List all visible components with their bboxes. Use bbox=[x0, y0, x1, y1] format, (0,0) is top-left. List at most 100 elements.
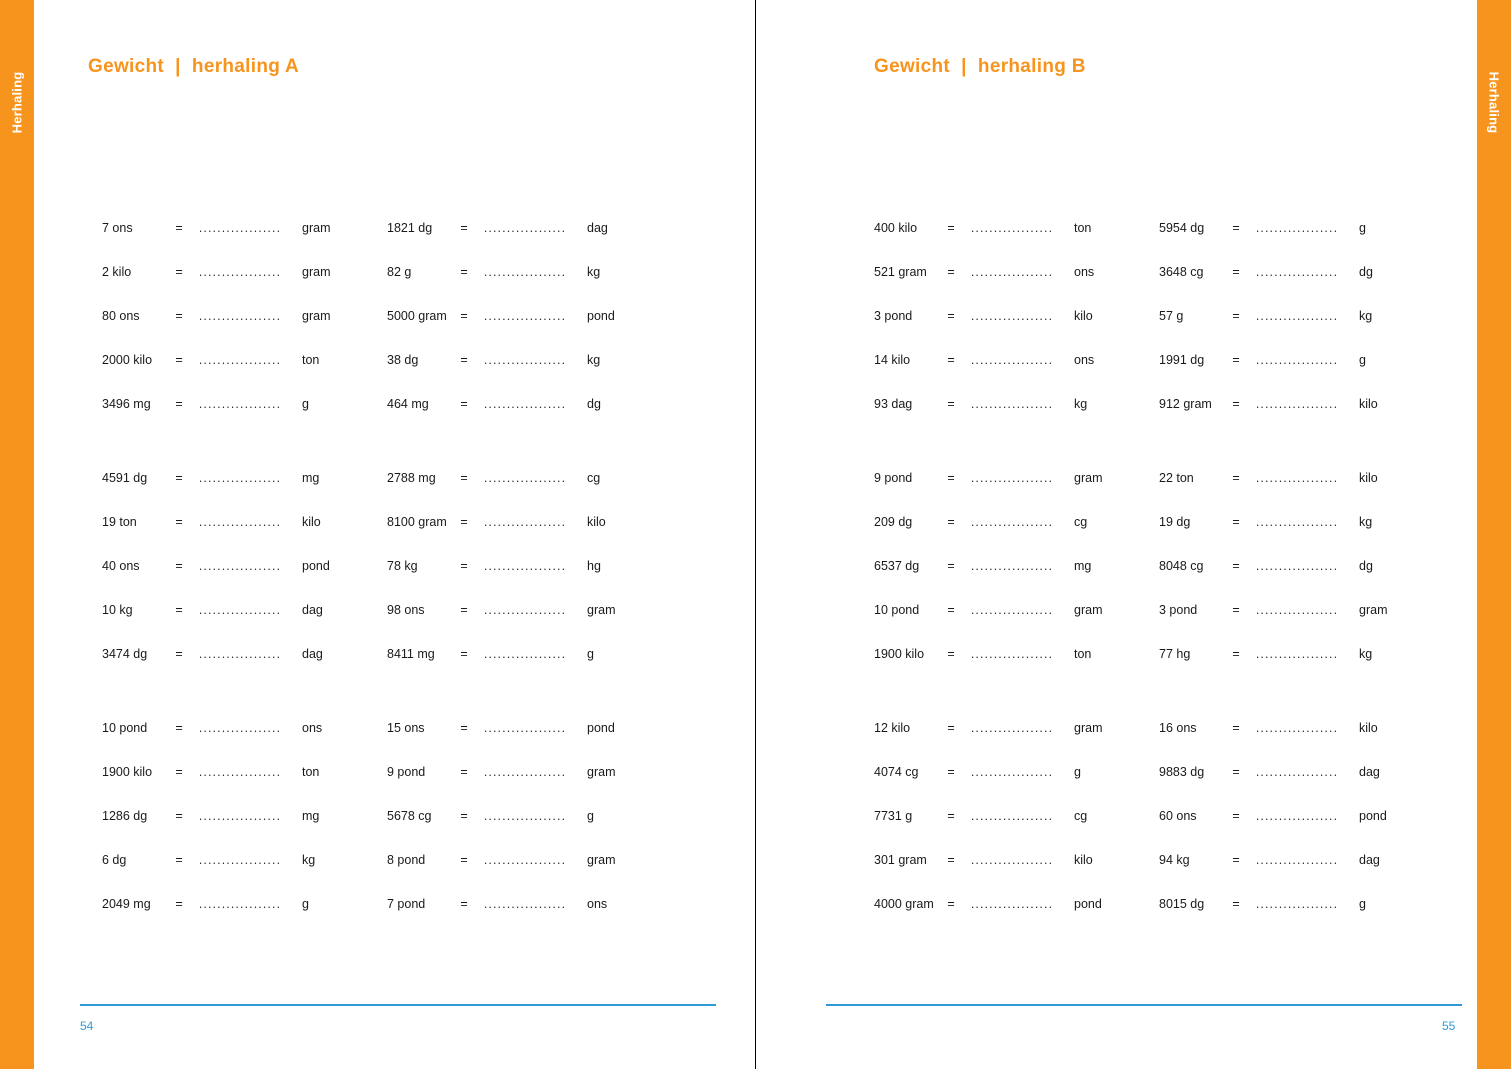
answer-blank[interactable]: .................. bbox=[1249, 809, 1345, 823]
answer-blank[interactable]: .................. bbox=[477, 721, 573, 735]
answer-blank[interactable]: .................. bbox=[964, 559, 1060, 573]
answer-blank[interactable]: .................. bbox=[477, 559, 573, 573]
exercise-target-unit: g bbox=[1074, 765, 1081, 779]
equals-sign: = bbox=[175, 309, 183, 323]
exercise-row: 5000 gram =.................. pond bbox=[387, 294, 672, 338]
answer-blank[interactable]: .................. bbox=[964, 853, 1060, 867]
answer-blank[interactable]: .................. bbox=[964, 221, 1060, 235]
answer-blank[interactable]: .................. bbox=[192, 221, 288, 235]
answer-blank[interactable]: .................. bbox=[1249, 765, 1345, 779]
equals-sign: = bbox=[1232, 221, 1240, 235]
answer-blank[interactable]: .................. bbox=[477, 897, 573, 911]
exercise-target-unit: ton bbox=[1074, 647, 1092, 661]
exercise-target-unit: gram bbox=[302, 221, 331, 235]
answer-blank[interactable]: .................. bbox=[192, 721, 288, 735]
answer-blank[interactable]: .................. bbox=[964, 897, 1060, 911]
exercise-row: 3496 mg =.................. g bbox=[102, 382, 387, 426]
exercise-source-value: 57 g bbox=[1159, 309, 1184, 323]
exercise-target-unit: ons bbox=[1074, 353, 1095, 367]
answer-blank[interactable]: .................. bbox=[192, 309, 288, 323]
answer-blank[interactable]: .................. bbox=[964, 265, 1060, 279]
answer-blank[interactable]: .................. bbox=[964, 397, 1060, 411]
exercise-row: 9 pond =.................. gram bbox=[874, 456, 1159, 500]
exercise-target-unit: g bbox=[1359, 221, 1366, 235]
exercise-column: 400 kilo =.................. ton 521 gram =.… bbox=[874, 206, 1159, 926]
answer-blank[interactable]: .................. bbox=[1249, 853, 1345, 867]
answer-blank[interactable]: .................. bbox=[1249, 309, 1345, 323]
answer-blank[interactable]: .................. bbox=[192, 809, 288, 823]
answer-blank[interactable]: .................. bbox=[477, 265, 573, 279]
exercise-row: 60 ons =.................. pond bbox=[1159, 794, 1444, 838]
answer-blank[interactable]: .................. bbox=[477, 647, 573, 661]
answer-blank[interactable]: .................. bbox=[192, 897, 288, 911]
answer-blank[interactable]: .................. bbox=[964, 353, 1060, 367]
answer-blank[interactable]: .................. bbox=[1249, 721, 1345, 735]
answer-blank[interactable]: .................. bbox=[477, 471, 573, 485]
equals-sign: = bbox=[175, 647, 183, 661]
exercise-source-value: 10 pond bbox=[102, 721, 148, 735]
answer-blank[interactable]: .................. bbox=[1249, 265, 1345, 279]
answer-blank[interactable]: .................. bbox=[477, 603, 573, 617]
answer-blank[interactable]: .................. bbox=[1249, 559, 1345, 573]
exercise-source-value: 301 gram bbox=[874, 853, 927, 867]
equals-sign: = bbox=[947, 721, 955, 735]
exercise-target-unit: dg bbox=[1359, 265, 1373, 279]
exercise-target-unit: cg bbox=[1074, 515, 1088, 529]
answer-blank[interactable]: .................. bbox=[192, 397, 288, 411]
answer-blank[interactable]: .................. bbox=[1249, 221, 1345, 235]
exercise-target-unit: gram bbox=[587, 765, 616, 779]
exercise-source-value: 16 ons bbox=[1159, 721, 1197, 735]
exercise-row: 1900 kilo =.................. ton bbox=[102, 750, 387, 794]
exercise-target-unit: g bbox=[1359, 897, 1366, 911]
answer-blank[interactable]: .................. bbox=[964, 765, 1060, 779]
answer-blank[interactable]: .................. bbox=[192, 765, 288, 779]
answer-blank[interactable]: .................. bbox=[477, 397, 573, 411]
answer-blank[interactable]: .................. bbox=[964, 471, 1060, 485]
exercise-target-unit: ons bbox=[587, 897, 608, 911]
exercise-row: 8015 dg =.................. g bbox=[1159, 882, 1444, 926]
page-b-title: Gewicht | herhaling B bbox=[874, 56, 1086, 77]
answer-blank[interactable]: .................. bbox=[964, 603, 1060, 617]
answer-blank[interactable]: .................. bbox=[964, 309, 1060, 323]
answer-blank[interactable]: .................. bbox=[477, 309, 573, 323]
answer-blank[interactable]: .................. bbox=[192, 515, 288, 529]
answer-blank[interactable]: .................. bbox=[1249, 603, 1345, 617]
answer-blank[interactable]: .................. bbox=[477, 853, 573, 867]
equals-sign: = bbox=[460, 265, 468, 279]
page-a-title: Gewicht | herhaling A bbox=[88, 56, 300, 77]
answer-blank[interactable]: .................. bbox=[1249, 353, 1345, 367]
answer-blank[interactable]: .................. bbox=[1249, 397, 1345, 411]
answer-blank[interactable]: .................. bbox=[964, 721, 1060, 735]
answer-blank[interactable]: .................. bbox=[192, 559, 288, 573]
answer-blank[interactable]: .................. bbox=[1249, 897, 1345, 911]
equals-sign: = bbox=[1232, 809, 1240, 823]
answer-blank[interactable]: .................. bbox=[477, 221, 573, 235]
answer-blank[interactable]: .................. bbox=[192, 647, 288, 661]
answer-blank[interactable]: .................. bbox=[192, 265, 288, 279]
answer-blank[interactable]: .................. bbox=[192, 853, 288, 867]
answer-blank[interactable]: .................. bbox=[477, 515, 573, 529]
answer-blank[interactable]: .................. bbox=[477, 765, 573, 779]
answer-blank[interactable]: .................. bbox=[477, 809, 573, 823]
equals-sign: = bbox=[460, 471, 468, 485]
exercise-row: 8048 cg =.................. dg bbox=[1159, 544, 1444, 588]
answer-blank[interactable]: .................. bbox=[964, 647, 1060, 661]
answer-blank[interactable]: .................. bbox=[477, 353, 573, 367]
answer-blank[interactable]: .................. bbox=[192, 603, 288, 617]
equals-sign: = bbox=[947, 221, 955, 235]
exercise-target-unit: gram bbox=[587, 853, 616, 867]
answer-blank[interactable]: .................. bbox=[1249, 515, 1345, 529]
answer-blank[interactable]: .................. bbox=[964, 515, 1060, 529]
answer-blank[interactable]: .................. bbox=[1249, 471, 1345, 485]
exercise-target-unit: gram bbox=[302, 309, 331, 323]
answer-blank[interactable]: .................. bbox=[192, 353, 288, 367]
equals-sign: = bbox=[460, 353, 468, 367]
exercise-source-value: 15 ons bbox=[387, 721, 425, 735]
answer-blank[interactable]: .................. bbox=[964, 809, 1060, 823]
exercise-row: 10 pond =.................. ons bbox=[102, 706, 387, 750]
exercise-row: 2000 kilo =.................. ton bbox=[102, 338, 387, 382]
equals-sign: = bbox=[947, 265, 955, 279]
answer-blank[interactable]: .................. bbox=[192, 471, 288, 485]
answer-blank[interactable]: .................. bbox=[1249, 647, 1345, 661]
equals-sign: = bbox=[460, 853, 468, 867]
